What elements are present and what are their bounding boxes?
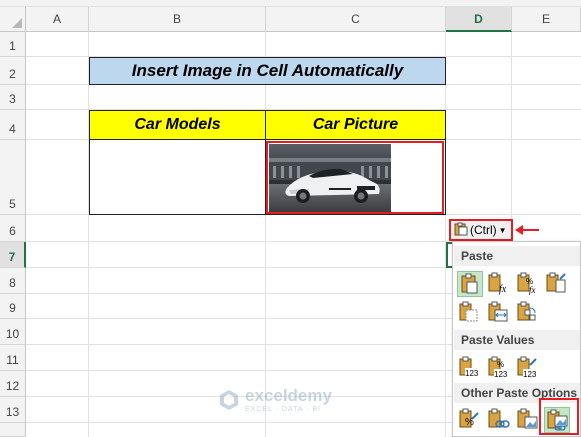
svg-text:fx: fx	[499, 284, 507, 295]
paste-keep-column-widths-icon[interactable]	[486, 300, 512, 326]
spreadsheet: A B C D E 1 2 3 4 5 6 7 8 9 10 11 12 13 …	[0, 0, 581, 437]
paste-keep-source-formatting-icon[interactable]	[544, 271, 570, 297]
svg-text:123: 123	[465, 369, 479, 378]
car-picture-header-cell[interactable]: Car Picture	[266, 110, 446, 140]
row-header-6[interactable]: 6	[0, 215, 26, 242]
paste-values-source-formatting-icon[interactable]: 123	[515, 355, 541, 381]
svg-text:123: 123	[494, 370, 508, 379]
sheet-title-cell[interactable]: Insert Image in Cell Automatically	[89, 57, 446, 85]
linked-picture-highlight-box	[539, 398, 579, 435]
paste-options-highlight-box	[449, 219, 513, 241]
column-header-c[interactable]: C	[266, 7, 446, 32]
exceldemy-watermark: exceldemy EXCEL · DATA · BI	[218, 386, 332, 413]
row-header-9[interactable]: 9	[0, 294, 26, 319]
svg-text:fx: fx	[529, 285, 536, 295]
column-header-a[interactable]: A	[26, 7, 89, 32]
paste-link-icon[interactable]	[486, 407, 512, 433]
row-header-4[interactable]: 4	[0, 110, 26, 140]
svg-text:%: %	[497, 360, 504, 369]
row-header-2[interactable]: 2	[0, 57, 26, 85]
watermark-name: exceldemy	[245, 386, 332, 405]
paste-section-title: Paste	[454, 246, 580, 266]
row-header-12[interactable]: 12	[0, 371, 26, 397]
select-all-corner[interactable]	[0, 7, 26, 32]
paste-icon[interactable]	[457, 271, 483, 297]
paste-values-icon[interactable]: 123	[457, 355, 483, 381]
column-header-b[interactable]: B	[89, 7, 266, 32]
column-header-d[interactable]: D	[446, 7, 512, 32]
row-header-11[interactable]: 11	[0, 345, 26, 371]
paste-picture-icon[interactable]	[515, 407, 541, 433]
row-header-14[interactable]	[0, 423, 26, 437]
car-models-header-cell[interactable]: Car Models	[89, 110, 266, 140]
paste-formulas-icon[interactable]: fx	[486, 271, 512, 297]
row-header-5[interactable]: 5	[0, 140, 26, 215]
paste-values-number-format-icon[interactable]: % 123	[486, 355, 512, 381]
row-header-13[interactable]: 13	[0, 397, 26, 423]
row-header-1[interactable]: 1	[0, 32, 26, 57]
row-header-10[interactable]: 10	[0, 319, 26, 345]
svg-text:123: 123	[523, 370, 537, 379]
paste-transpose-icon[interactable]	[515, 300, 541, 326]
picture-highlight-box	[266, 141, 444, 214]
row-header-8[interactable]: 8	[0, 268, 26, 294]
paste-values-section-title: Paste Values	[454, 330, 580, 350]
watermark-tagline: EXCEL · DATA · BI	[245, 406, 321, 413]
ribbon-edge	[0, 0, 581, 7]
car-model-cell[interactable]	[89, 140, 266, 215]
red-arrow-icon	[515, 225, 539, 235]
row-header-3[interactable]: 3	[0, 85, 26, 110]
exceldemy-logo-icon	[220, 389, 238, 410]
column-header-e[interactable]: E	[512, 7, 581, 32]
row-header-7[interactable]: 7	[0, 242, 26, 268]
paste-formulas-number-format-icon[interactable]: % fx	[515, 271, 541, 297]
paste-formatting-icon[interactable]: %	[457, 407, 483, 433]
paste-no-borders-icon[interactable]	[457, 300, 483, 326]
